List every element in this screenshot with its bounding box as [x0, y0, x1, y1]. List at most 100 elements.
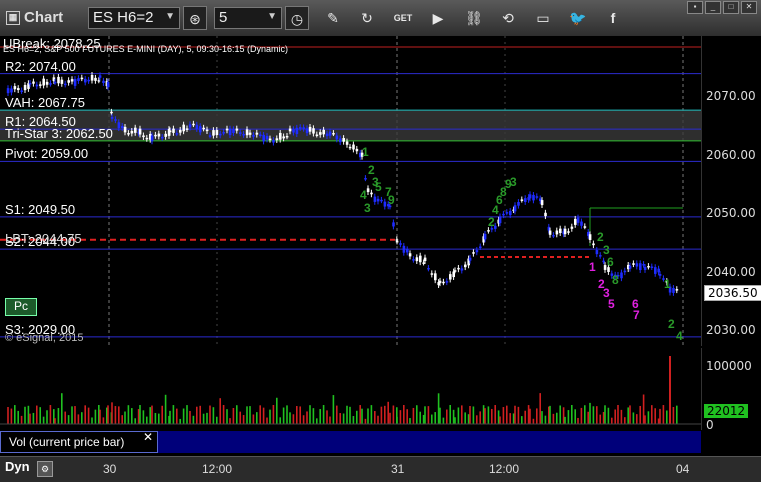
- volume-bar: [192, 415, 195, 424]
- price-candle: [117, 122, 121, 129]
- price-candle: [457, 267, 460, 270]
- volume-bar: [549, 405, 551, 424]
- symbol-value: ES H6=2: [93, 9, 154, 26]
- price-candle: [524, 198, 527, 202]
- price-candle: [650, 266, 654, 269]
- chevron-down-icon[interactable]: ▼: [165, 11, 175, 22]
- study-tab-strip: [158, 431, 701, 453]
- volume-bar: [87, 407, 90, 424]
- price-candle: [602, 260, 605, 263]
- target-icon[interactable]: ⊛: [183, 6, 207, 30]
- volume-bar: [521, 416, 523, 424]
- get-icon[interactable]: GET: [391, 6, 415, 30]
- volume-bar: [249, 406, 251, 424]
- price-candle: [150, 135, 154, 142]
- twitter-icon[interactable]: 🐦: [566, 6, 590, 30]
- volume-bar: [614, 409, 616, 424]
- price-candle: [268, 138, 272, 141]
- volume-bar: [449, 405, 451, 424]
- price-candle: [528, 194, 532, 199]
- volume-bar: [536, 408, 538, 424]
- price-candle: [232, 129, 235, 133]
- price-candle: [64, 83, 67, 86]
- volume-bar: [292, 414, 295, 424]
- price-tick: 2040.00: [706, 264, 756, 279]
- price-candle: [114, 119, 117, 121]
- volume-bar: [370, 405, 373, 424]
- clock-icon[interactable]: ◷: [285, 6, 309, 30]
- volume-bar: [286, 405, 288, 424]
- price-candle: [98, 75, 102, 78]
- close-icon[interactable]: ✕: [741, 1, 757, 14]
- volume-bar: [367, 408, 369, 424]
- price-candle: [179, 129, 182, 133]
- price-candle: [332, 133, 335, 135]
- chevron-down-icon[interactable]: ▼: [267, 11, 277, 22]
- volume-bar: [552, 413, 555, 424]
- maximize-icon[interactable]: □: [723, 1, 739, 14]
- volume-bar: [309, 405, 311, 424]
- settings-icon[interactable]: ⚙: [37, 461, 53, 477]
- price-candle: [392, 222, 395, 227]
- volume-bar: [71, 406, 73, 424]
- price-candle: [520, 199, 524, 201]
- volume-bar: [419, 411, 421, 424]
- sequence-count-mark: 8: [612, 273, 619, 287]
- volume-bar: [57, 408, 60, 424]
- price-candle: [102, 80, 105, 84]
- price-candle: [468, 257, 472, 261]
- volume-bar: [46, 410, 48, 424]
- play-icon[interactable]: ▶: [426, 6, 450, 30]
- volume-bar: [196, 406, 198, 424]
- price-candle: [472, 252, 475, 254]
- volume-bar: [482, 405, 485, 424]
- pencil-icon[interactable]: ✎: [321, 6, 345, 30]
- comment-icon[interactable]: ▭: [531, 6, 555, 30]
- price-axis[interactable]: 2070.00 2060.00 2050.00 2040.00 2030.00 2036…: [701, 36, 761, 346]
- minimize-icon[interactable]: _: [705, 1, 721, 14]
- price-candle: [544, 212, 547, 217]
- volume-bar: [422, 414, 425, 424]
- volume-bar: [514, 405, 516, 424]
- price-candle: [305, 128, 309, 134]
- volume-bar: [206, 412, 208, 424]
- price-candle: [628, 265, 632, 269]
- time-axis[interactable]: Dyn ⚙ 30 12:00 31 12:00 04: [0, 456, 761, 482]
- price-candle: [312, 128, 315, 134]
- volume-bar: [64, 411, 66, 424]
- sequence-count-mark: 9: [388, 193, 395, 207]
- volume-bar: [384, 405, 386, 424]
- volume-study-label: Vol (current price bar): [9, 435, 125, 449]
- volume-pane[interactable]: [0, 348, 701, 430]
- price-candle: [255, 132, 259, 135]
- symbol-input[interactable]: ES H6=2 ▼: [88, 7, 180, 29]
- volume-study-tab[interactable]: Vol (current price bar): [0, 431, 158, 453]
- price-candle: [532, 194, 535, 201]
- volume-bar: [666, 410, 668, 424]
- menu-icon[interactable]: ▪: [687, 1, 703, 14]
- price-candle: [427, 267, 430, 270]
- cycle-icon[interactable]: ↻: [355, 6, 379, 30]
- facebook-icon[interactable]: f: [601, 6, 625, 30]
- volume-bar: [457, 407, 460, 424]
- refresh-icon[interactable]: ⟲: [496, 6, 520, 30]
- chart-menu-icon[interactable]: ▦: [6, 10, 20, 25]
- volume-bar: [29, 413, 31, 424]
- price-candle: [138, 128, 142, 135]
- volume-bar: [556, 412, 558, 424]
- sequence-count-mark: 5: [608, 297, 615, 311]
- pc-button[interactable]: Pc: [5, 298, 37, 316]
- volume-bar: [532, 418, 535, 424]
- interval-input[interactable]: 5 ▼: [214, 7, 282, 29]
- price-chart[interactable]: 123457932468931235672368124 UBreak: 2078…: [0, 36, 701, 346]
- volume-bar: [39, 407, 41, 424]
- link-icon[interactable]: ⛓: [462, 6, 486, 30]
- price-candle: [487, 230, 490, 232]
- volume-bar: [81, 412, 83, 424]
- close-icon[interactable]: ✕: [143, 430, 153, 444]
- volume-bar: [639, 405, 641, 424]
- volume-bar: [84, 405, 86, 424]
- volume-bar: [127, 405, 130, 424]
- dyn-button[interactable]: Dyn: [5, 459, 30, 474]
- volume-bar: [118, 406, 120, 424]
